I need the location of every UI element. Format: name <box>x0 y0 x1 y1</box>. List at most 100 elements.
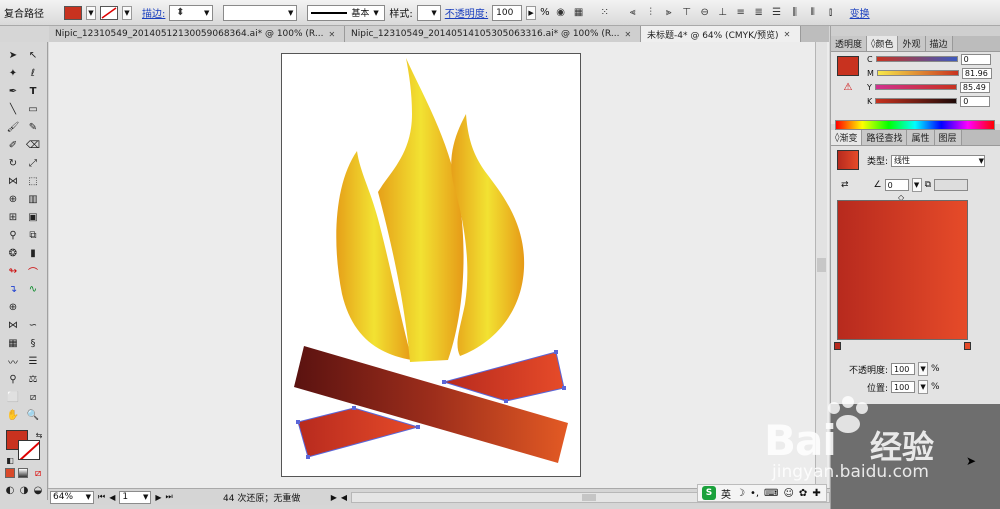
stroke-dropdown[interactable]: ▼ <box>122 5 132 20</box>
close-icon[interactable]: ✕ <box>784 30 791 39</box>
crosshair-tool-icon[interactable]: ⊕ <box>5 300 21 314</box>
tab-attributes[interactable]: 属性 <box>907 130 935 145</box>
black-slider[interactable] <box>875 98 958 104</box>
gradient-preview-swatch[interactable] <box>837 150 859 170</box>
tab-document-1[interactable]: Nipic_12310549_20140512130059068364.ai* … <box>49 26 345 42</box>
default-colors-icon[interactable]: ◧ <box>2 453 18 467</box>
dropper-pair-icon[interactable]: ⚲ <box>5 372 21 386</box>
custom-tool-a-icon[interactable]: ↴ <box>5 282 21 296</box>
tab-pathfinder[interactable]: 路径查找 <box>862 130 908 145</box>
gradient-stop-right[interactable] <box>964 342 971 350</box>
magenta-value[interactable]: 81.96 <box>961 67 992 79</box>
grid-tool-icon[interactable]: ▦ <box>5 336 21 350</box>
out-of-gamut-icon[interactable]: ⚠ <box>841 80 855 94</box>
lasso-tool-icon[interactable]: ℓ <box>25 66 41 80</box>
canvas[interactable] <box>49 42 829 488</box>
pencil-tool-icon[interactable]: ✎ <box>25 120 41 134</box>
magic-wand-tool-icon[interactable]: ✦ <box>5 66 21 80</box>
scale-tool-icon[interactable]: ⤢ <box>25 156 41 170</box>
distribute-top-icon[interactable]: ≡ <box>734 6 748 20</box>
black-value[interactable]: 0 <box>960 95 991 107</box>
none-mode-icon[interactable]: ⧄ <box>30 466 46 480</box>
direct-selection-tool-icon[interactable]: ↖ <box>25 48 41 62</box>
wave-tool-icon[interactable]: ∽ <box>25 318 41 332</box>
stroke-swatch[interactable] <box>100 5 118 20</box>
tab-appearance[interactable]: 外观 <box>898 36 926 51</box>
slice-tool-icon[interactable]: ⧄ <box>25 390 41 404</box>
scribble-tool-icon[interactable]: § <box>25 336 41 350</box>
list-tool-icon[interactable]: ☰ <box>25 354 41 368</box>
tab-document-2[interactable]: Nipic_12310549_20140514105305063316.ai* … <box>345 26 641 42</box>
free-transform-tool-icon[interactable]: ⬚ <box>25 174 41 188</box>
warp-tool-icon[interactable]: ⋈ <box>5 318 21 332</box>
gradient-mode-button[interactable] <box>18 468 28 478</box>
stop-location-field[interactable]: 100 <box>891 381 916 393</box>
distribute-left-icon[interactable]: ⫼ <box>788 6 802 20</box>
zoom-field[interactable]: 64% ▼ <box>50 490 94 504</box>
symbol-sprayer-tool-icon[interactable]: ❂ <box>5 246 21 260</box>
perspective-grid-tool-icon[interactable]: ▥ <box>25 192 41 206</box>
first-artboard-icon[interactable]: ⏮ <box>98 492 105 502</box>
opacity-dropdown[interactable]: ▶ <box>526 5 537 20</box>
paintbrush-tool-icon[interactable]: 🖌 <box>5 120 21 134</box>
custom-tool-b-icon[interactable]: ∿ <box>25 282 41 296</box>
shape-builder-tool-icon[interactable]: ⊕ <box>5 192 21 206</box>
cyan-value[interactable]: 0 <box>960 53 991 65</box>
zigzag-tool-icon[interactable]: 〰 <box>5 354 21 369</box>
column-graph-tool-icon[interactable]: ▮ <box>25 246 41 260</box>
last-artboard-icon[interactable]: ⏭ <box>166 492 173 502</box>
opacity-field[interactable]: 100 <box>492 4 523 21</box>
rectangle-tool-icon[interactable]: ▭ <box>25 102 41 116</box>
stroke-link[interactable]: 描边: <box>142 5 165 20</box>
line-tool-icon[interactable]: ╲ <box>5 102 21 116</box>
close-icon[interactable]: ✕ <box>328 30 335 39</box>
sogou-logo-icon[interactable]: S <box>702 486 716 500</box>
variable-width-field[interactable]: ▼ <box>223 4 298 21</box>
keyboard-icon[interactable]: ⌨ <box>764 488 778 499</box>
selection-tool-icon[interactable]: ➤ <box>5 48 21 62</box>
moon-icon[interactable]: ☽ <box>736 488 745 499</box>
fill-swatch[interactable] <box>64 5 82 20</box>
transform-link[interactable]: 变换 <box>850 5 870 20</box>
eraser-tool-icon[interactable]: ⌫ <box>25 138 41 152</box>
tab-stroke[interactable]: 描边 <box>925 36 953 51</box>
color-mode-button[interactable] <box>5 468 15 478</box>
campfire-artwork[interactable] <box>282 54 582 478</box>
distribute-bottom-icon[interactable]: ☰ <box>770 6 784 20</box>
gradient-stop-left[interactable] <box>834 342 841 350</box>
align-top-icon[interactable]: ⊤ <box>680 6 694 20</box>
stop-location-dropdown[interactable]: ▼ <box>918 380 929 394</box>
gradient-slider[interactable] <box>837 200 968 340</box>
gradient-type-select[interactable]: 线性 ▼ <box>891 154 986 167</box>
punctuation-icon[interactable]: •, <box>750 488 759 499</box>
mesh-tool-icon[interactable]: ⊞ <box>5 210 21 224</box>
zoom-tool-icon[interactable]: 🔍 <box>25 408 41 422</box>
angle-field[interactable]: 0 <box>884 179 909 191</box>
blob-brush-tool-icon[interactable]: ✐ <box>5 138 21 152</box>
user-icon[interactable]: ☺ <box>783 488 793 499</box>
measure-tool-icon[interactable]: ⚖ <box>25 372 41 386</box>
status-menu-icon[interactable]: ▶ <box>331 493 337 502</box>
distribute-hcenter-icon[interactable]: ⦀ <box>806 6 820 20</box>
align-to-icon[interactable]: ▦ <box>572 6 586 20</box>
vertical-scroll-thumb[interactable] <box>817 258 826 272</box>
align-left-icon[interactable]: ⫷ <box>626 6 640 20</box>
eyedropper-tool-icon[interactable]: ⚲ <box>5 228 21 242</box>
tab-color[interactable]: ◊ 颜色 <box>867 36 899 51</box>
color-fill-swatch[interactable] <box>837 56 859 76</box>
graphic-style-field[interactable]: ▼ <box>416 4 441 21</box>
angle-dropdown[interactable]: ▼ <box>911 178 922 192</box>
tab-gradient[interactable]: ◊ 渐变 <box>831 130 863 145</box>
next-artboard-icon[interactable]: ▶ <box>155 493 161 502</box>
align-middle-icon[interactable]: ⊖ <box>698 6 712 20</box>
artboard-number-field[interactable]: 1 ▼ <box>119 490 152 504</box>
type-tool-icon[interactable]: T <box>25 84 41 98</box>
width-curve-tool-icon[interactable]: ↬ <box>5 264 21 278</box>
stroke-weight-field[interactable]: ⬍ ▼ <box>169 4 214 21</box>
hand-tool-icon[interactable]: ✋ <box>5 408 21 422</box>
recolor-icon[interactable]: ◉ <box>554 6 568 20</box>
artboard[interactable] <box>281 53 581 477</box>
gradient-tool-icon[interactable]: ▣ <box>25 210 41 224</box>
align-center-icon[interactable]: ⫶ <box>644 6 658 20</box>
distribute-center-icon[interactable]: ≣ <box>752 6 766 20</box>
